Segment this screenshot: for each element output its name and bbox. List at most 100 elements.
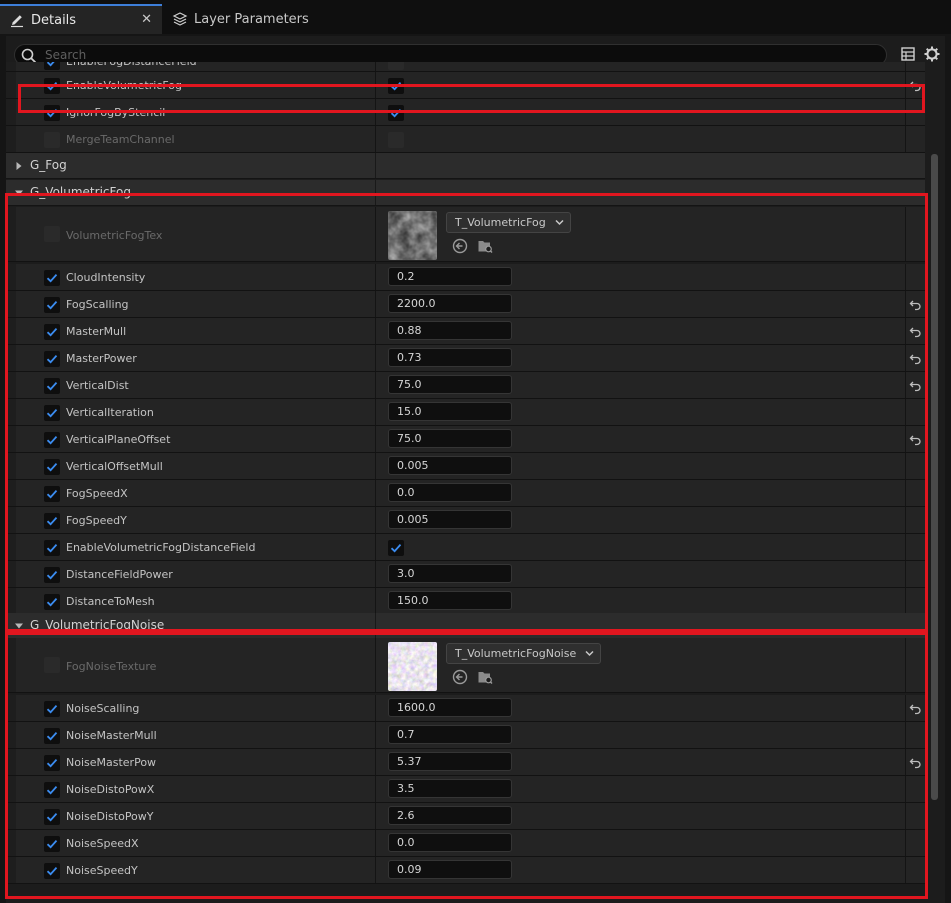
checkbox-unchecked[interactable] xyxy=(44,657,60,673)
column-divider[interactable] xyxy=(375,480,376,506)
texture-thumbnail[interactable] xyxy=(388,642,437,691)
checkbox-checked[interactable] xyxy=(44,567,60,583)
column-divider[interactable] xyxy=(375,345,376,371)
checkbox-checked[interactable] xyxy=(44,62,60,70)
value-input[interactable]: 3.5 xyxy=(388,779,512,798)
column-divider[interactable] xyxy=(375,507,376,533)
reset-to-default-icon[interactable] xyxy=(909,379,922,392)
checkbox-checked[interactable] xyxy=(44,782,60,798)
column-divider[interactable] xyxy=(375,561,376,587)
checkbox-checked[interactable] xyxy=(44,594,60,610)
column-divider[interactable] xyxy=(375,99,376,125)
checkbox-unchecked[interactable] xyxy=(388,132,404,148)
column-divider[interactable] xyxy=(375,749,376,775)
column-divider[interactable] xyxy=(375,830,376,856)
column-divider[interactable] xyxy=(375,722,376,748)
checkbox-checked[interactable] xyxy=(388,105,404,121)
asset-picker-combo[interactable]: T_VolumetricFog xyxy=(446,212,571,233)
gear-icon[interactable] xyxy=(924,46,940,62)
value-input[interactable]: 0.0 xyxy=(388,833,512,852)
category-header[interactable]: G_VolumetricFogNoise xyxy=(6,613,925,639)
value-input[interactable]: 0.88 xyxy=(388,321,512,340)
checkbox-unchecked[interactable] xyxy=(44,132,60,148)
column-divider[interactable] xyxy=(375,318,376,344)
column-divider[interactable] xyxy=(375,453,376,479)
column-divider[interactable] xyxy=(375,126,376,152)
column-divider[interactable] xyxy=(375,857,376,883)
value-input[interactable]: 0.2 xyxy=(388,267,512,286)
checkbox-checked[interactable] xyxy=(44,540,60,556)
browse-asset-icon[interactable] xyxy=(477,238,493,254)
column-divider[interactable] xyxy=(375,695,376,721)
tab-layer-parameters[interactable]: Layer Parameters xyxy=(166,4,336,34)
value-input[interactable]: 5.37 xyxy=(388,752,512,771)
checkbox-checked[interactable] xyxy=(388,540,404,556)
reset-to-default-icon[interactable] xyxy=(909,298,922,311)
checkbox-checked[interactable] xyxy=(44,105,60,121)
checkbox-checked[interactable] xyxy=(44,728,60,744)
column-divider[interactable] xyxy=(375,207,376,261)
use-selected-asset-icon[interactable] xyxy=(452,238,468,254)
column-divider[interactable] xyxy=(375,399,376,425)
reset-to-default-icon[interactable] xyxy=(909,756,922,769)
column-divider[interactable] xyxy=(375,803,376,829)
category-header[interactable]: G_Fog xyxy=(6,153,925,179)
checkbox-checked[interactable] xyxy=(388,78,404,94)
asset-picker-combo[interactable]: T_VolumetricFogNoise xyxy=(446,643,602,664)
value-input[interactable]: 15.0 xyxy=(388,402,512,421)
reset-to-default-icon[interactable] xyxy=(909,325,922,338)
use-selected-asset-icon[interactable] xyxy=(452,669,468,685)
caret-down-icon[interactable] xyxy=(15,189,23,197)
column-divider[interactable] xyxy=(375,264,376,290)
checkbox-checked[interactable] xyxy=(44,297,60,313)
value-input[interactable]: 2.6 xyxy=(388,806,512,825)
scrollbar[interactable] xyxy=(931,154,938,800)
value-input[interactable]: 75.0 xyxy=(388,375,512,394)
value-input[interactable]: 0.005 xyxy=(388,510,512,529)
reset-to-default-icon[interactable] xyxy=(909,79,922,92)
value-input[interactable]: 3.0 xyxy=(388,564,512,583)
checkbox-checked[interactable] xyxy=(44,513,60,529)
checkbox-checked[interactable] xyxy=(44,701,60,717)
browse-asset-icon[interactable] xyxy=(477,669,493,685)
checkbox-checked[interactable] xyxy=(44,836,60,852)
view-options-icon[interactable] xyxy=(901,47,915,61)
value-input[interactable]: 0.0 xyxy=(388,483,512,502)
column-divider[interactable] xyxy=(375,62,376,71)
checkbox-checked[interactable] xyxy=(44,755,60,771)
checkbox-checked[interactable] xyxy=(44,432,60,448)
checkbox-unchecked[interactable] xyxy=(44,226,60,242)
reset-to-default-icon[interactable] xyxy=(909,702,922,715)
checkbox-checked[interactable] xyxy=(44,324,60,340)
category-header[interactable]: G_VolumetricFog xyxy=(6,180,925,206)
value-input[interactable]: 0.7 xyxy=(388,725,512,744)
reset-to-default-icon[interactable] xyxy=(909,433,922,446)
checkbox-unchecked[interactable] xyxy=(388,62,404,70)
checkbox-checked[interactable] xyxy=(44,459,60,475)
value-input[interactable]: 0.73 xyxy=(388,348,512,367)
checkbox-checked[interactable] xyxy=(44,78,60,94)
column-divider[interactable] xyxy=(375,588,376,614)
checkbox-checked[interactable] xyxy=(44,809,60,825)
checkbox-checked[interactable] xyxy=(44,863,60,879)
checkbox-checked[interactable] xyxy=(44,270,60,286)
value-input[interactable]: 0.005 xyxy=(388,456,512,475)
caret-down-icon[interactable] xyxy=(15,622,23,630)
value-input[interactable]: 1600.0 xyxy=(388,698,512,717)
checkbox-checked[interactable] xyxy=(44,378,60,394)
checkbox-checked[interactable] xyxy=(44,405,60,421)
column-divider[interactable] xyxy=(375,534,376,560)
column-divider[interactable] xyxy=(375,72,376,98)
caret-right-icon[interactable] xyxy=(15,162,23,170)
column-divider[interactable] xyxy=(375,776,376,802)
texture-thumbnail[interactable] xyxy=(388,211,437,260)
column-divider[interactable] xyxy=(375,426,376,452)
value-input[interactable]: 0.09 xyxy=(388,860,512,879)
value-input[interactable]: 150.0 xyxy=(388,591,512,610)
column-divider[interactable] xyxy=(375,638,376,692)
checkbox-checked[interactable] xyxy=(44,351,60,367)
column-divider[interactable] xyxy=(375,372,376,398)
value-input[interactable]: 2200.0 xyxy=(388,294,512,313)
value-input[interactable]: 75.0 xyxy=(388,429,512,448)
reset-to-default-icon[interactable] xyxy=(909,352,922,365)
